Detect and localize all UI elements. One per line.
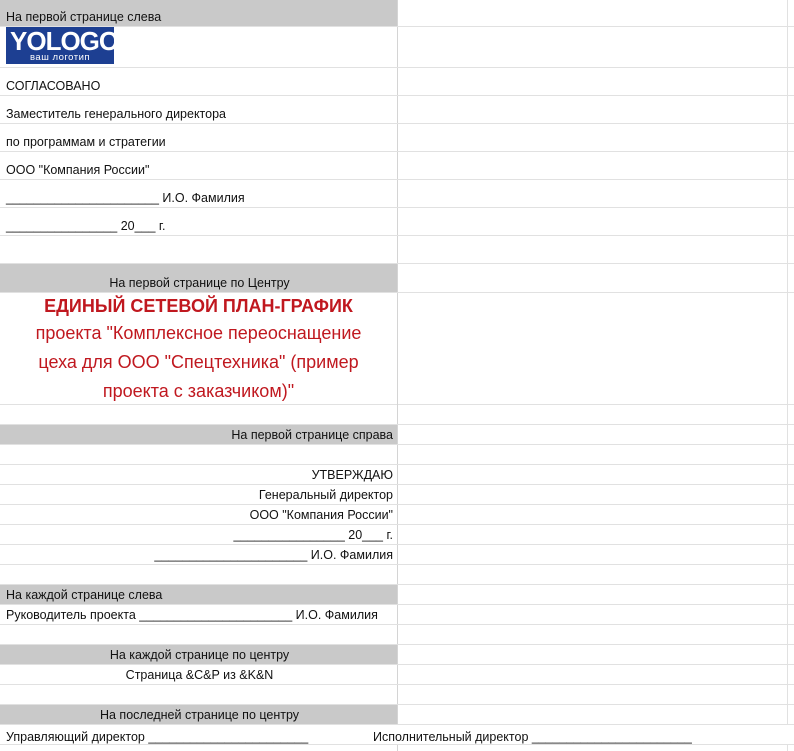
row[interactable]: ______________________ И.О. Фамилия (0, 545, 794, 565)
managing-director-line[interactable]: Управляющий директор ___________________… (6, 725, 308, 746)
cell[interactable]: На каждой странице по центру (0, 645, 398, 664)
cell[interactable]: Генеральный директор (0, 485, 398, 504)
cell[interactable]: На последней странице по центру (0, 705, 398, 724)
row[interactable]: На первой странице по Центру (0, 264, 794, 293)
cell[interactable] (0, 236, 398, 263)
row[interactable] (0, 625, 794, 645)
cell[interactable]: На каждой странице слева (0, 585, 398, 604)
cell[interactable] (0, 445, 398, 464)
cell[interactable] (398, 645, 788, 664)
title-line: проекта "Комплексное переоснащение (35, 322, 362, 343)
cell[interactable]: СОГЛАСОВАНО (0, 68, 398, 95)
row[interactable]: ________________ 20___ г. (0, 208, 794, 236)
cell[interactable] (398, 505, 788, 524)
title-heading: ЕДИНЫЙ СЕТЕВОЙ ПЛАН-ГРАФИК (44, 295, 353, 316)
cell[interactable] (0, 685, 398, 704)
cell[interactable] (398, 545, 788, 564)
cell[interactable]: Заместитель генерального директора (0, 96, 398, 123)
executive-director-line[interactable]: Исполнительный директор ________________… (373, 725, 692, 746)
cell[interactable] (398, 445, 788, 464)
cell[interactable] (398, 705, 788, 724)
title-line: проекта с заказчиком)" (102, 380, 295, 401)
cell[interactable] (398, 96, 788, 123)
row[interactable] (0, 745, 794, 751)
cell[interactable] (0, 405, 398, 424)
cell[interactable] (398, 124, 788, 151)
logo-text: YOLOGO (10, 26, 119, 56)
row[interactable]: На каждой странице по центру (0, 645, 794, 665)
cell[interactable] (398, 0, 788, 26)
row[interactable]: Заместитель генерального директора (0, 96, 794, 124)
cell[interactable] (398, 293, 788, 404)
cell[interactable] (398, 425, 788, 444)
row[interactable] (0, 565, 794, 585)
cell[interactable] (398, 405, 788, 424)
cell[interactable] (398, 485, 788, 504)
cell[interactable]: УТВЕРЖДАЮ (0, 465, 398, 484)
cell[interactable] (398, 27, 788, 67)
cell[interactable] (0, 745, 398, 751)
cell[interactable]: Руководитель проекта ___________________… (0, 605, 398, 624)
row[interactable] (0, 27, 794, 68)
document-title[interactable]: ЕДИНЫЙ СЕТЕВОЙ ПЛАН-ГРАФИК проекта "Комп… (0, 293, 398, 405)
cell[interactable] (398, 264, 788, 292)
row[interactable]: Генеральный директор (0, 485, 794, 505)
row[interactable]: На первой странице справа (0, 425, 794, 445)
cell[interactable]: На первой странице справа (0, 425, 398, 444)
row[interactable]: ______________________ И.О. Фамилия (0, 180, 794, 208)
cell[interactable] (398, 180, 788, 207)
row[interactable]: Управляющий директор ___________________… (0, 725, 794, 745)
cell[interactable]: ______________________ И.О. Фамилия (0, 545, 398, 564)
row[interactable]: На первой странице слева (0, 0, 794, 27)
logo-subtext: ваш логотип (29, 52, 91, 63)
row[interactable]: Страница &C&P из &K&N (0, 665, 794, 685)
cell[interactable]: ________________ 20___ г. (0, 208, 398, 235)
row[interactable]: УТВЕРЖДАЮ (0, 465, 794, 485)
cell[interactable] (398, 585, 788, 604)
cell[interactable]: ______________________ И.О. Фамилия (0, 180, 398, 207)
row[interactable]: СОГЛАСОВАНО (0, 68, 794, 96)
row[interactable]: ООО "Компания России" (0, 505, 794, 525)
row[interactable] (0, 405, 794, 425)
row[interactable]: по программам и стратегии (0, 124, 794, 152)
row[interactable]: На каждой странице слева (0, 585, 794, 605)
cell[interactable] (398, 525, 788, 544)
row[interactable] (0, 236, 794, 264)
cell[interactable] (398, 68, 788, 95)
row[interactable]: ________________ 20___ г. (0, 525, 794, 545)
cell[interactable]: Страница &C&P из &K&N (0, 665, 398, 684)
spreadsheet: На первой странице слева YOLOGO ваш лого… (0, 0, 794, 751)
cell[interactable] (398, 152, 788, 179)
row[interactable] (0, 445, 794, 465)
cell[interactable]: На первой странице слева (0, 0, 398, 26)
cell[interactable] (0, 565, 398, 584)
cell[interactable] (398, 465, 788, 484)
title-line: цеха для ООО "Спецтехника" (пример (38, 351, 359, 372)
cell[interactable]: ООО "Компания России" (0, 152, 398, 179)
row[interactable]: На последней странице по центру (0, 705, 794, 725)
cell[interactable] (398, 236, 788, 263)
cell[interactable] (398, 745, 788, 751)
company-logo: YOLOGO ваш логотип (6, 27, 119, 64)
cell[interactable]: ________________ 20___ г. (0, 525, 398, 544)
cell[interactable] (398, 605, 788, 624)
cell[interactable] (0, 625, 398, 644)
cell[interactable]: ООО "Компания России" (0, 505, 398, 524)
cell[interactable]: На первой странице по Центру (0, 264, 398, 292)
cell[interactable] (398, 565, 788, 584)
cell[interactable] (398, 208, 788, 235)
cell[interactable] (398, 685, 788, 704)
row[interactable]: Руководитель проекта ___________________… (0, 605, 794, 625)
cell[interactable] (398, 665, 788, 684)
row[interactable] (0, 685, 794, 705)
row[interactable]: ООО "Компания России" (0, 152, 794, 180)
cell[interactable] (398, 625, 788, 644)
cell[interactable]: по программам и стратегии (0, 124, 398, 151)
